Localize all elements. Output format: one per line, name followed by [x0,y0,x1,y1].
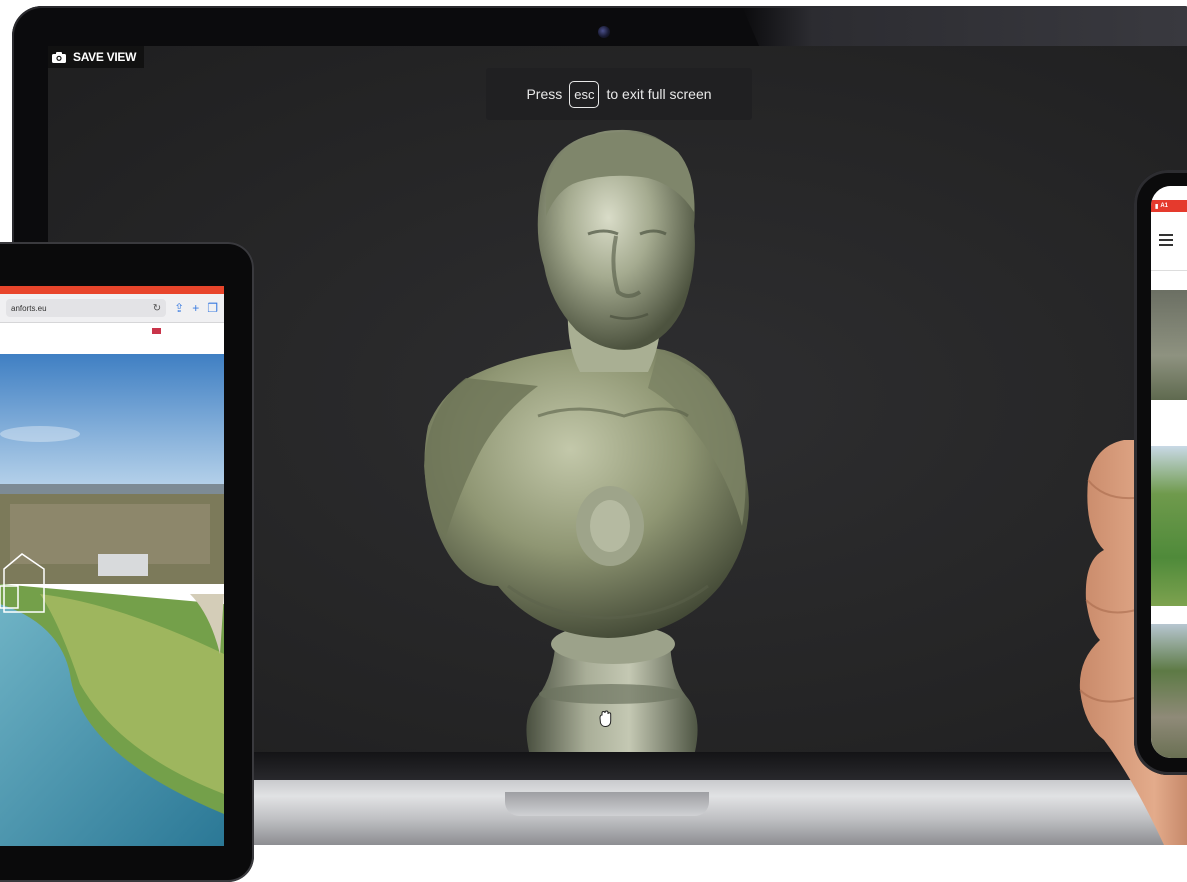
lid-glare [742,6,1187,50]
esc-key: esc [569,80,600,108]
tablet-status-bar [0,286,224,294]
signal-icon: ▮ [1155,203,1159,210]
tablet-screen: anforts.eu ↻ ⇪ + ❐ [0,286,224,846]
bust-model[interactable] [348,116,768,752]
laptop-opening-notch [505,792,709,816]
fullscreen-exit-hint: Press esc to exit full screen [486,68,752,120]
phone-spacer-2 [1151,606,1187,624]
hint-press: Press [526,86,563,102]
save-view-label: SAVE VIEW [73,50,137,64]
camera-icon [52,51,66,63]
phone-carrier: A1 [1160,203,1168,209]
share-icon[interactable]: ⇪ [174,302,184,314]
aerial-hero-photo [0,354,224,846]
tablet-address-field[interactable]: anforts.eu ↻ [6,299,167,317]
hamburger-icon[interactable] [1159,234,1173,246]
hint-exit: to exit full screen [606,86,712,102]
tablet-browser-bar: anforts.eu ↻ ⇪ + ❐ [0,294,224,323]
webcam [598,26,610,38]
phone-thumb-1[interactable] [1151,290,1187,400]
phone-thumb-3[interactable] [1151,624,1187,758]
save-view-button[interactable]: SAVE VIEW [48,46,145,68]
reload-icon[interactable]: ↻ [153,303,161,314]
phone-screen: ▮ A1 [1151,186,1187,758]
phone-spacer [1151,400,1187,446]
tablet-url: anforts.eu [11,303,47,313]
plus-icon[interactable]: + [192,302,199,314]
language-flag-icon[interactable] [151,327,162,335]
tabs-icon[interactable]: ❐ [207,302,218,314]
grab-hand-icon [599,710,612,728]
phone-thumb-2[interactable] [1151,446,1187,606]
phone-nav [1151,212,1187,271]
site-header [0,323,224,356]
phone-carrier-bar: ▮ A1 [1151,200,1187,212]
